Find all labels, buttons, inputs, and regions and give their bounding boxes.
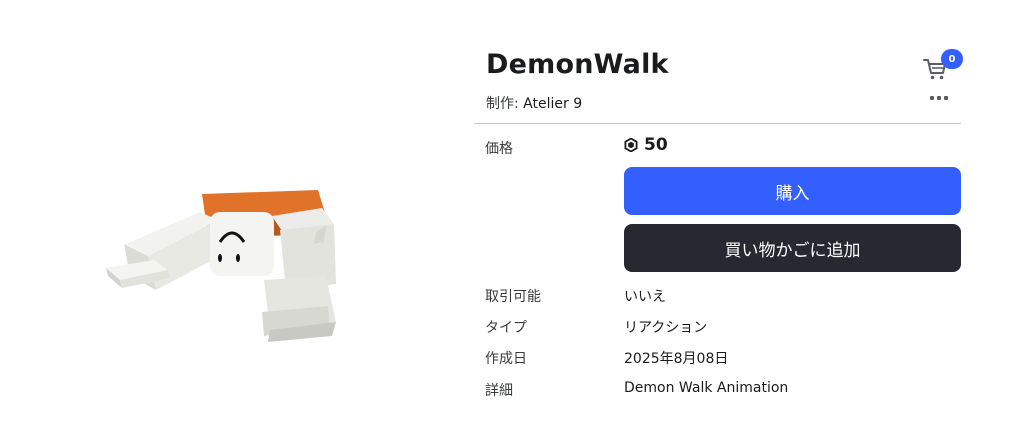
item-thumbnail bbox=[106, 190, 336, 342]
item-title: DemonWalk bbox=[486, 49, 669, 80]
type-label: タイプ bbox=[485, 320, 527, 336]
resellable-value: いいえ bbox=[624, 289, 666, 305]
description-value: Demon Walk Animation bbox=[624, 380, 789, 396]
price-label: 価格 bbox=[485, 141, 513, 157]
price-value: 50 bbox=[624, 135, 668, 155]
price-amount: 50 bbox=[644, 135, 668, 155]
creator-link[interactable]: Atelier 9 bbox=[523, 96, 582, 112]
robux-icon bbox=[624, 138, 638, 152]
resellable-label: 取引可能 bbox=[485, 289, 541, 305]
created-value: 2025年8月08日 bbox=[624, 351, 729, 367]
created-label: 作成日 bbox=[485, 351, 527, 367]
creator-line: 制作: Atelier 9 bbox=[486, 93, 582, 113]
description-label: 詳細 bbox=[485, 383, 513, 399]
buy-button[interactable]: 購入 bbox=[624, 167, 961, 215]
type-value: リアクション bbox=[624, 320, 708, 336]
add-to-cart-button[interactable]: 買い物かごに追加 bbox=[624, 224, 961, 272]
cart-count-badge: 0 bbox=[941, 49, 963, 69]
more-options-icon[interactable] bbox=[930, 96, 950, 102]
header-divider bbox=[474, 123, 961, 124]
creator-prefix: 制作: bbox=[486, 96, 524, 112]
